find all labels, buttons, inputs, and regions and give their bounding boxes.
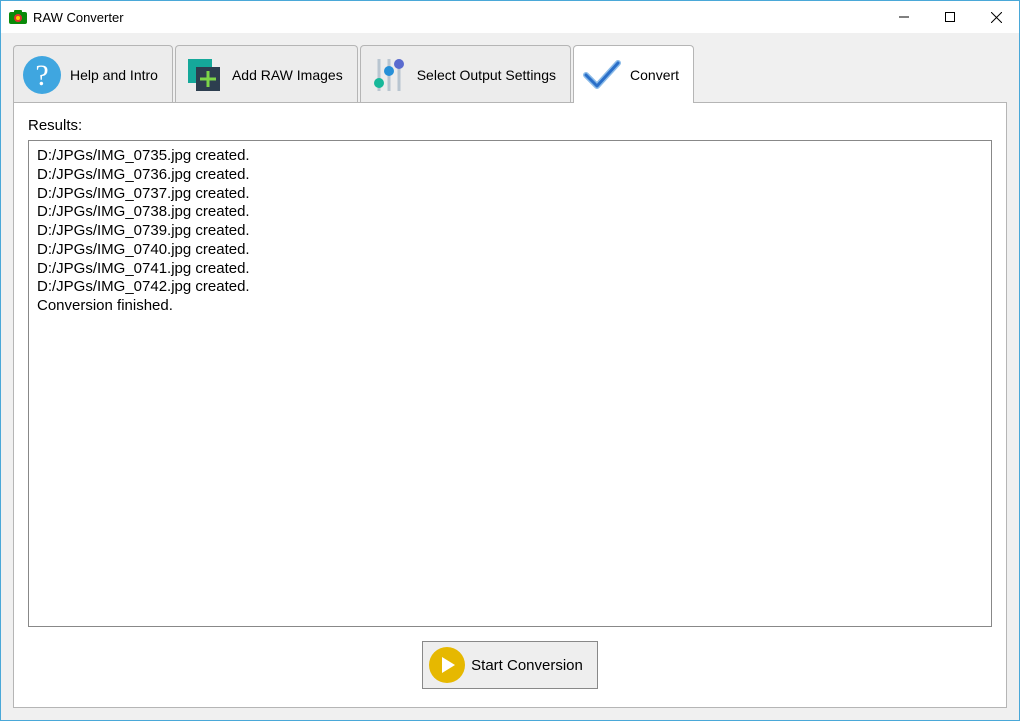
tab-convert[interactable]: Convert: [573, 45, 694, 103]
help-icon: ?: [22, 55, 62, 95]
app-icon: [9, 10, 27, 24]
tab-settings-label: Select Output Settings: [417, 67, 556, 83]
tab-convert-label: Convert: [630, 67, 679, 83]
results-textbox[interactable]: D:/JPGs/IMG_0735.jpg created.D:/JPGs/IMG…: [28, 140, 992, 627]
client-area: ? Help and Intro Add RAW Images: [1, 33, 1019, 720]
results-line: D:/JPGs/IMG_0737.jpg created.: [37, 185, 983, 204]
results-line: D:/JPGs/IMG_0740.jpg created.: [37, 241, 983, 260]
results-line: D:/JPGs/IMG_0738.jpg created.: [37, 203, 983, 222]
tab-add-label: Add RAW Images: [232, 67, 343, 83]
tab-add[interactable]: Add RAW Images: [175, 45, 358, 103]
tab-bar: ? Help and Intro Add RAW Images: [13, 45, 1007, 103]
sliders-icon: [369, 55, 409, 95]
add-images-icon: [184, 55, 224, 95]
results-line: D:/JPGs/IMG_0742.jpg created.: [37, 278, 983, 297]
tab-content-convert: Results: D:/JPGs/IMG_0735.jpg created.D:…: [13, 102, 1007, 708]
maximize-button[interactable]: [927, 1, 973, 33]
window-controls: [881, 1, 1019, 33]
tab-settings[interactable]: Select Output Settings: [360, 45, 571, 103]
app-window: RAW Converter ? Help and Intro: [0, 0, 1020, 721]
results-line: D:/JPGs/IMG_0741.jpg created.: [37, 260, 983, 279]
results-label: Results:: [28, 117, 992, 134]
titlebar[interactable]: RAW Converter: [1, 1, 1019, 33]
svg-text:?: ?: [35, 59, 48, 92]
results-line: Conversion finished.: [37, 297, 983, 316]
tab-help-label: Help and Intro: [70, 67, 158, 83]
close-button[interactable]: [973, 1, 1019, 33]
bottom-row: Start Conversion: [28, 627, 992, 693]
start-conversion-button[interactable]: Start Conversion: [422, 641, 598, 689]
checkmark-icon: [582, 55, 622, 95]
start-conversion-label: Start Conversion: [471, 657, 583, 674]
window-title: RAW Converter: [33, 10, 881, 25]
results-line: D:/JPGs/IMG_0739.jpg created.: [37, 222, 983, 241]
results-line: D:/JPGs/IMG_0735.jpg created.: [37, 147, 983, 166]
results-line: D:/JPGs/IMG_0736.jpg created.: [37, 166, 983, 185]
tab-help[interactable]: ? Help and Intro: [13, 45, 173, 103]
play-icon: [429, 647, 465, 683]
minimize-button[interactable]: [881, 1, 927, 33]
